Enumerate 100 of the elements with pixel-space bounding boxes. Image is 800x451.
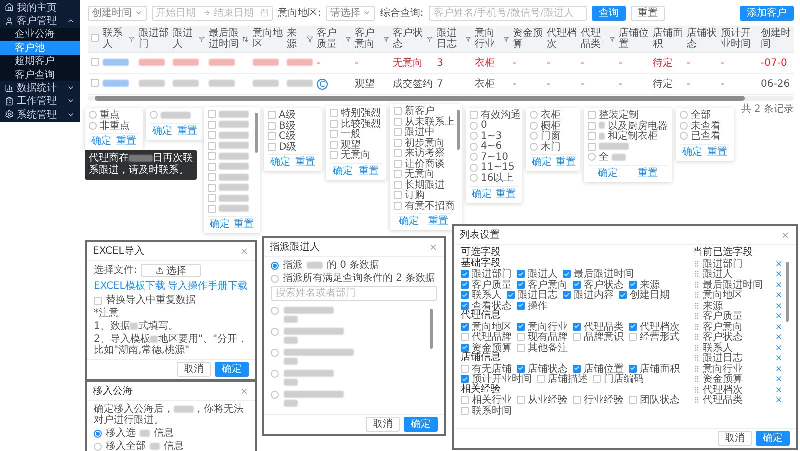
remove-icon[interactable] xyxy=(775,270,783,278)
close-icon[interactable] xyxy=(240,246,249,256)
reset-button[interactable]: 重置 xyxy=(554,157,578,169)
scrollbar[interactable] xyxy=(430,309,433,349)
remove-icon[interactable] xyxy=(775,375,783,384)
start-date-input[interactable]: 开始日期 xyxy=(156,8,200,18)
radio-button[interactable] xyxy=(271,307,279,315)
select-all-checkbox[interactable] xyxy=(91,34,99,42)
manual-link[interactable]: 导入操作手册下载 xyxy=(168,279,248,293)
radio-button[interactable] xyxy=(680,111,688,120)
sidebar-item[interactable]: 客户管理 xyxy=(0,14,80,28)
filter-icon[interactable] xyxy=(427,36,433,42)
checkbox[interactable] xyxy=(573,322,581,331)
radio-button[interactable] xyxy=(470,142,478,151)
confirm-button[interactable]: 确定 xyxy=(150,126,174,138)
checkbox[interactable] xyxy=(208,162,216,171)
sidebar-item[interactable]: 我的主页 xyxy=(0,1,80,14)
checkbox[interactable] xyxy=(517,280,525,289)
search-field[interactable]: 搜索姓名或者部门 xyxy=(271,286,437,301)
remove-icon[interactable] xyxy=(775,364,783,373)
checkbox[interactable] xyxy=(208,110,216,118)
checkbox[interactable] xyxy=(461,302,469,310)
checkbox[interactable] xyxy=(588,142,596,151)
horizontal-scrollbar[interactable] xyxy=(88,96,794,101)
confirm-button[interactable]: 确定 xyxy=(470,188,494,200)
checkbox[interactable] xyxy=(517,364,525,373)
confirm-button[interactable]: 确定 xyxy=(404,417,438,432)
checkbox[interactable] xyxy=(330,109,338,118)
radio-button[interactable] xyxy=(680,122,688,130)
sidebar-subitem[interactable]: 客户查询 xyxy=(0,68,80,82)
sort-icon[interactable] xyxy=(242,36,249,42)
radio-button[interactable] xyxy=(680,132,688,140)
radio-button[interactable] xyxy=(271,349,279,357)
checkbox[interactable] xyxy=(573,364,581,373)
sidebar-subitem[interactable]: 超期客户 xyxy=(0,54,80,68)
checkbox[interactable] xyxy=(394,180,402,189)
sidebar-item[interactable]: 工作管理 xyxy=(0,94,80,108)
confirm-button[interactable]: 确定 xyxy=(90,136,114,148)
checkbox[interactable] xyxy=(394,170,402,178)
cancel-button[interactable]: 取消 xyxy=(177,362,211,377)
scrollbar[interactable] xyxy=(457,110,460,150)
checkbox[interactable] xyxy=(461,364,469,373)
reset-button[interactable]: 重置 xyxy=(636,168,660,180)
close-icon[interactable] xyxy=(429,242,438,252)
checkbox[interactable] xyxy=(394,118,402,126)
checkbox[interactable] xyxy=(588,132,596,140)
close-icon[interactable] xyxy=(240,386,249,396)
sidebar-subitem[interactable]: 客户池 xyxy=(0,41,80,55)
radio-button[interactable] xyxy=(271,328,279,336)
checkbox[interactable] xyxy=(268,111,276,120)
checkbox[interactable] xyxy=(573,280,581,289)
radio-button[interactable] xyxy=(271,262,279,270)
checkbox[interactable] xyxy=(563,270,571,278)
filter-icon[interactable] xyxy=(346,36,351,42)
radio-button[interactable] xyxy=(89,122,97,130)
checkbox[interactable] xyxy=(208,204,216,213)
checkbox[interactable] xyxy=(629,364,637,373)
radio-button[interactable] xyxy=(470,153,478,162)
region-select[interactable]: 请选择 xyxy=(326,6,376,20)
checkbox[interactable] xyxy=(268,132,276,140)
checkbox[interactable] xyxy=(517,270,525,278)
time-select[interactable]: 创建时间 xyxy=(88,6,147,20)
radio-button[interactable] xyxy=(530,142,538,151)
checkbox[interactable] xyxy=(208,142,216,150)
checkbox[interactable] xyxy=(563,291,571,300)
radio-button[interactable] xyxy=(588,153,596,162)
radio-button[interactable] xyxy=(94,430,102,438)
checkbox[interactable] xyxy=(394,138,402,147)
checkbox[interactable] xyxy=(330,151,338,160)
checkbox[interactable] xyxy=(461,280,469,289)
checkbox[interactable] xyxy=(470,111,478,120)
confirm-button[interactable]: 确定 xyxy=(268,157,292,169)
checkbox[interactable] xyxy=(588,122,596,130)
filter-icon[interactable] xyxy=(129,36,135,42)
remove-icon[interactable] xyxy=(775,386,783,394)
remove-icon[interactable] xyxy=(775,333,783,342)
radio-button[interactable] xyxy=(530,122,538,130)
checkbox[interactable] xyxy=(593,375,601,384)
row-checkbox[interactable] xyxy=(91,78,99,86)
confirm-button[interactable]: 确定 xyxy=(680,146,704,158)
radio-button[interactable] xyxy=(470,174,478,182)
checkbox[interactable] xyxy=(517,344,525,352)
radio-button[interactable] xyxy=(150,111,158,120)
reset-button[interactable]: 重置 xyxy=(114,136,138,148)
row-checkbox[interactable] xyxy=(91,58,99,66)
remove-icon[interactable] xyxy=(775,280,783,289)
radio-button[interactable] xyxy=(89,111,97,120)
reset-button[interactable]: 重置 xyxy=(494,188,518,200)
reset-button[interactable]: 重置 xyxy=(176,126,200,138)
confirm-button[interactable]: 确定 xyxy=(215,362,249,377)
template-link[interactable]: EXCEL模板下载 xyxy=(94,279,166,293)
remove-icon[interactable] xyxy=(775,344,783,352)
reset-button[interactable]: 重置 xyxy=(294,157,318,169)
remove-icon[interactable] xyxy=(775,322,783,331)
radio-button[interactable] xyxy=(271,391,279,399)
checkbox[interactable] xyxy=(461,406,469,415)
checkbox[interactable] xyxy=(517,302,525,310)
filter-icon[interactable] xyxy=(306,36,313,42)
add-customer-button[interactable]: 添加客户 xyxy=(740,6,794,20)
checkbox[interactable] xyxy=(629,280,637,289)
